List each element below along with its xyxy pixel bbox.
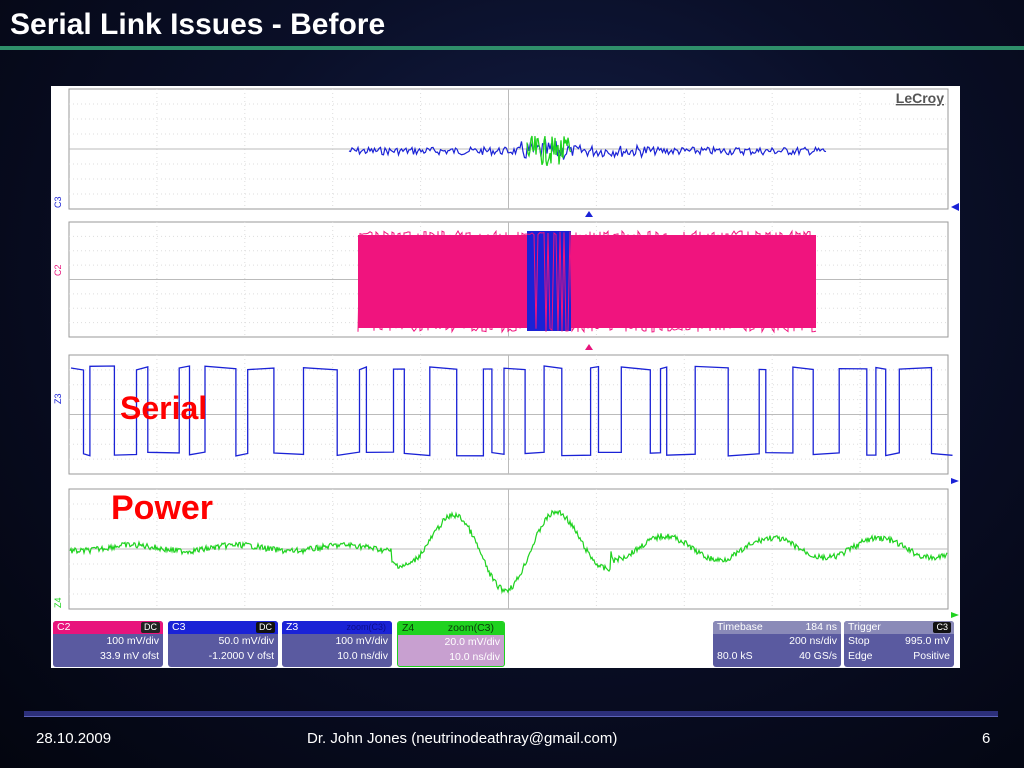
oscilloscope-screenshot: LeCroy C3 C2 Z3 Z4 C2 DC 100 mV/div 33.9 … [51,86,960,668]
trigger-level: 995.0 mV [905,635,950,647]
slide-title: Serial Link Issues - Before [10,8,386,41]
label-c2: C2 [53,264,63,276]
trigger-label: Trigger [848,621,881,633]
panel-name: Z4 [402,622,415,634]
timebase-delay: 184 ns [805,621,837,633]
power-annotation: Power [111,489,214,527]
sample-count: 80.0 kS [717,650,753,662]
timebase-scale: 200 ns/div [789,635,837,647]
channel-panel-z4[interactable]: Z4 zoom(C3) 20.0 mV/div 10.0 ns/div [397,621,505,667]
panel-scale: 20.0 mV/div [444,636,500,648]
sample-rate: 40 GS/s [799,650,837,662]
zoom-source: zoom(C3) [447,622,494,634]
scope-display: LeCroy C3 C2 Z3 Z4 [53,88,959,618]
panel-offset: 33.9 mV ofst [100,650,159,662]
timebase-panel[interactable]: Timebase 184 ns 200 ns/div 80.0 kS 40 GS/s [713,621,841,667]
arrow-z4 [951,612,959,618]
channel-panel-z3[interactable]: Z3 zoom(C3) 100 mV/div 10.0 ns/div [282,621,392,667]
trigger-panel[interactable]: Trigger C3 Stop 995.0 mV Edge Positive [844,621,954,667]
panel-scale: 50.0 mV/div [218,635,274,647]
label-z4: Z4 [53,597,63,608]
timebase-label: Timebase [717,621,763,633]
panel-name: Z3 [286,621,299,633]
trigger-marker-c3 [585,211,593,217]
panel-timescale: 10.0 ns/div [337,650,388,662]
panel-offset: -1.2000 V ofst [208,650,274,662]
panel-timescale: 10.0 ns/div [449,651,500,663]
title-divider [0,46,1024,50]
coupling-badge: DC [141,622,160,633]
trigger-type: Edge [848,650,873,662]
trigger-source-badge: C3 [933,622,951,633]
footer-date: 28.10.2009 [36,730,112,747]
arrow-z3 [951,478,959,484]
panel-scale: 100 mV/div [335,635,388,647]
footer-author: Dr. John Jones (neutrinodeathray@gmail.c… [307,730,618,747]
trigger-mode: Stop [848,635,870,647]
coupling-badge: DC [256,622,275,633]
serial-annotation: Serial [120,390,208,426]
trigger-marker-c2 [585,344,593,350]
label-z3: Z3 [53,393,63,404]
footer-divider-line [24,716,998,717]
channel-panel-c2[interactable]: C2 DC 100 mV/div 33.9 mV ofst [53,621,163,667]
channel-panel-c3[interactable]: C3 DC 50.0 mV/div -1.2000 V ofst [168,621,278,667]
panel-name: C3 [172,621,186,633]
trigger-slope: Positive [913,650,950,662]
panel-name: C2 [57,621,71,633]
zoom-badge: zoom(C3) [343,622,389,633]
label-c3: C3 [53,196,63,208]
footer-page-number: 6 [982,730,991,747]
lecroy-logo: LeCroy [896,90,944,106]
level-marker-c3 [951,203,959,211]
panel-scale: 100 mV/div [106,635,159,647]
